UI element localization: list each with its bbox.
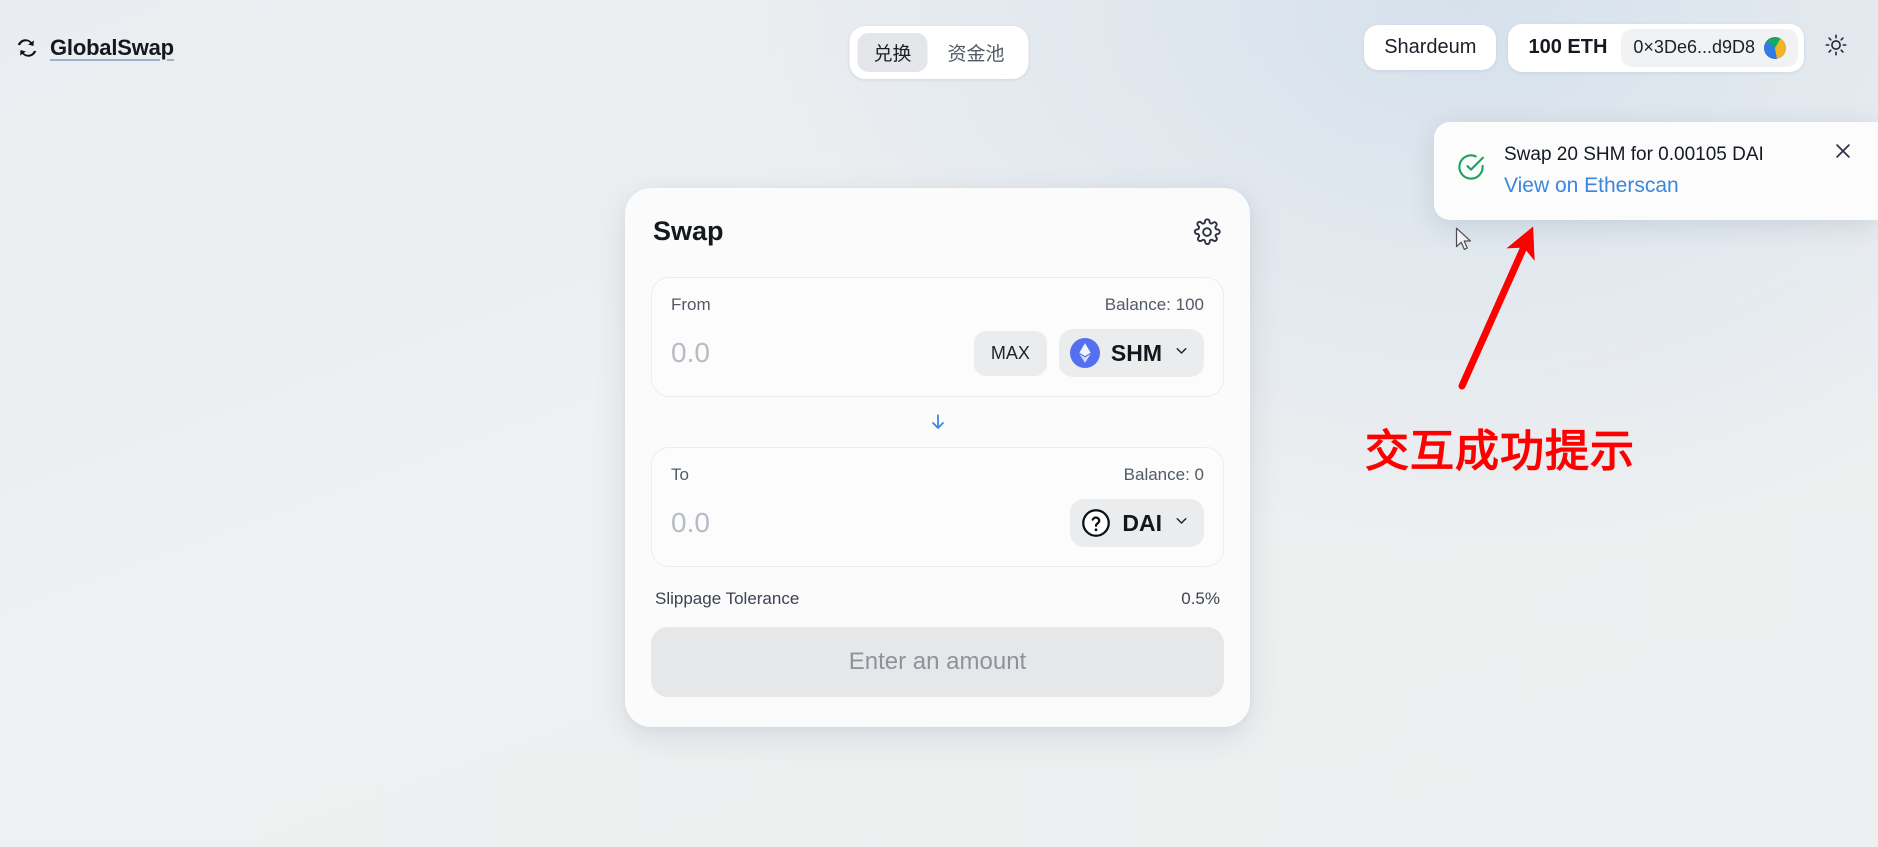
to-box-header: To Balance: 0 (671, 465, 1204, 485)
swap-action-button[interactable]: Enter an amount (651, 627, 1224, 697)
theme-toggle-button[interactable] (1816, 28, 1856, 68)
arrow-down-icon (927, 411, 949, 433)
to-label: To (671, 465, 689, 484)
gear-icon[interactable] (1192, 217, 1222, 247)
page-title: Swap (653, 216, 724, 246)
brand-name[interactable]: GlobalSwap (50, 35, 174, 61)
account-group: 100 ETH 0×3De6...d9D8 (1508, 23, 1804, 72)
from-token-selector[interactable]: SHM (1058, 329, 1204, 377)
swap-card-header: Swap (651, 214, 1224, 247)
to-token-selector[interactable]: DAI (1070, 499, 1204, 547)
header-right-group: Shardeum 100 ETH 0×3De6...d9D8 (1364, 23, 1856, 72)
toast-body: Swap 20 SHM for 0.00105 DAI View on Ethe… (1504, 142, 1812, 198)
slippage-value: 0.5% (1181, 589, 1220, 608)
question-circle-icon (1081, 508, 1111, 538)
from-balance: Balance: 100 (1104, 295, 1204, 314)
from-box-body: MAX SHM (671, 329, 1204, 377)
success-toast: Swap 20 SHM for 0.00105 DAI View on Ethe… (1434, 122, 1878, 220)
slippage-row: Slippage Tolerance 0.5% (651, 567, 1224, 609)
tab-pool[interactable]: 资金池 (932, 33, 1021, 72)
to-token-box: To Balance: 0 DAI (651, 447, 1224, 567)
from-token-box: From Balance: 100 MAX SHM (651, 277, 1224, 397)
from-token-symbol: SHM (1110, 339, 1162, 366)
swap-card: Swap From Balance: 100 MAX (625, 188, 1250, 727)
from-label: From (671, 295, 711, 314)
annotation-label: 交互成功提示 (1365, 427, 1635, 476)
to-amount-input[interactable] (671, 507, 1059, 539)
wallet-address-label: 0×3De6...d9D8 (1633, 37, 1755, 57)
toast-message: Swap 20 SHM for 0.00105 DAI (1504, 144, 1764, 165)
max-button[interactable]: MAX (973, 330, 1047, 376)
wallet-balance: 100 ETH (1528, 36, 1608, 58)
swap-arrows-icon (14, 35, 40, 61)
sun-icon (1824, 33, 1848, 62)
to-box-body: DAI (671, 499, 1204, 547)
ethereum-diamond-icon (1069, 338, 1100, 368)
from-box-header: From Balance: 100 (671, 295, 1204, 315)
mouse-cursor (1455, 227, 1473, 258)
wallet-address-button[interactable]: 0×3De6...d9D8 (1621, 28, 1798, 67)
tab-swap[interactable]: 兑换 (857, 33, 928, 72)
from-amount-input[interactable] (671, 337, 962, 369)
app-header: GlobalSwap 兑换 资金池 Shardeum 100 ETH 0×3De… (0, 0, 1878, 95)
to-balance: Balance: 0 (1123, 465, 1204, 484)
brand-logo[interactable]: GlobalSwap (14, 35, 174, 61)
swap-direction-button[interactable] (651, 397, 1224, 447)
view-on-etherscan-link[interactable]: View on Etherscan (1504, 174, 1679, 198)
chain-selector[interactable]: Shardeum (1364, 25, 1497, 70)
check-circle-icon (1456, 152, 1486, 187)
account-blockie-avatar (1764, 36, 1786, 59)
to-token-symbol: DAI (1122, 509, 1162, 536)
chevron-down-icon (1173, 342, 1190, 364)
slippage-label: Slippage Tolerance (655, 589, 800, 608)
close-icon[interactable] (1830, 138, 1856, 164)
main-nav: 兑换 资金池 (849, 26, 1029, 79)
chevron-down-icon (1173, 512, 1190, 534)
